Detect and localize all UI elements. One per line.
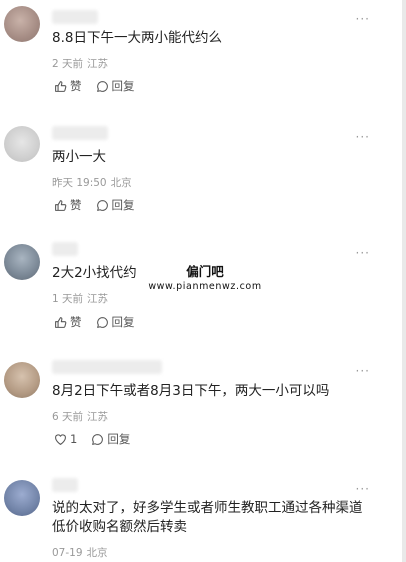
like-button[interactable]: 赞	[54, 78, 82, 94]
comment-meta: 1 天前 江苏	[52, 291, 108, 306]
comment-item: ··· 两小一大 昨天 19:50 北京 赞 回复	[0, 112, 400, 232]
heart-icon	[55, 433, 66, 445]
like-count: 1	[70, 432, 78, 446]
comment-time: 07-19	[52, 547, 83, 559]
thumbs-up-icon	[55, 199, 67, 211]
reply-label: 回复	[111, 198, 135, 212]
comment-location: 江苏	[87, 58, 109, 70]
username-blurred[interactable]	[52, 126, 108, 140]
avatar[interactable]	[4, 480, 40, 516]
reply-bubble-icon	[92, 433, 104, 445]
thumbs-up-icon	[55, 80, 67, 92]
reply-bubble-icon	[96, 316, 108, 328]
watermark-title: 偏门吧	[186, 264, 224, 279]
more-options-icon[interactable]: ···	[356, 131, 370, 143]
comment-text: 8月2日下午或者8月3日下午，两大一小可以吗	[52, 383, 330, 399]
reply-button[interactable]: 回复	[91, 431, 130, 447]
reply-bubble-icon	[96, 80, 108, 92]
avatar[interactable]	[4, 6, 40, 42]
more-options-icon[interactable]: ···	[356, 365, 370, 377]
avatar[interactable]	[4, 126, 40, 162]
comment-meta: 07-19 北京	[52, 545, 108, 560]
thumbs-up-icon	[55, 316, 67, 328]
avatar[interactable]	[4, 244, 40, 280]
comment-meta: 2 天前 江苏	[52, 56, 108, 71]
comment-time: 2 天前	[52, 58, 84, 70]
more-options-icon[interactable]: ···	[356, 13, 370, 25]
comment-text: 说的太对了，好多学生或者师生教职工通过各种渠道低价收购名额然后转卖	[52, 500, 363, 535]
username-blurred[interactable]	[52, 10, 98, 24]
comment-time: 昨天 19:50	[52, 177, 107, 189]
username-blurred[interactable]	[52, 360, 162, 374]
like-label: 赞	[70, 79, 82, 93]
comment-time: 1 天前	[52, 293, 84, 305]
reply-bubble-icon	[96, 199, 108, 211]
comment-location: 北京	[110, 177, 132, 189]
watermark-url: www.pianmenwz.com	[148, 281, 262, 292]
like-button[interactable]: 赞	[54, 197, 82, 213]
comment-actions: 赞 回复	[54, 78, 149, 94]
avatar[interactable]	[4, 362, 40, 398]
comment-text: 8.8日下午一大两小能代约么	[52, 30, 222, 46]
comment-time: 6 天前	[52, 411, 84, 423]
reply-label: 回复	[107, 432, 131, 446]
like-button[interactable]: 1	[54, 432, 77, 446]
reply-button[interactable]: 回复	[96, 197, 135, 213]
watermark: 偏门吧 www.pianmenwz.com	[145, 264, 265, 294]
username-blurred[interactable]	[52, 478, 78, 492]
comment-location: 江苏	[87, 293, 109, 305]
more-options-icon[interactable]: ···	[356, 247, 370, 259]
comment-text: 两小一大	[52, 149, 106, 165]
reply-button[interactable]: 回复	[96, 314, 135, 330]
comment-item: ··· 8月2日下午或者8月3日下午，两大一小可以吗 6 天前 江苏 1 回复	[0, 350, 400, 468]
reply-button[interactable]: 回复	[96, 78, 135, 94]
comment-item: ··· 8.8日下午一大两小能代约么 2 天前 江苏 赞 回复	[0, 0, 400, 112]
comment-item: ··· 说的太对了，好多学生或者师生教职工通过各种渠道低价收购名额然后转卖 07…	[0, 468, 400, 562]
right-scroll-edge	[402, 0, 406, 562]
comment-meta: 昨天 19:50 北京	[52, 175, 132, 190]
comment-meta: 6 天前 江苏	[52, 409, 108, 424]
comment-location: 北京	[86, 547, 108, 559]
comment-location: 江苏	[87, 411, 109, 423]
like-label: 赞	[70, 315, 82, 329]
comment-actions: 赞 回复	[54, 197, 149, 213]
reply-label: 回复	[111, 79, 135, 93]
like-button[interactable]: 赞	[54, 314, 82, 330]
more-options-icon[interactable]: ···	[356, 483, 370, 495]
comment-actions: 赞 回复	[54, 314, 149, 330]
like-label: 赞	[70, 198, 82, 212]
username-blurred[interactable]	[52, 242, 78, 256]
reply-label: 回复	[111, 315, 135, 329]
comment-actions: 1 回复	[54, 431, 144, 447]
